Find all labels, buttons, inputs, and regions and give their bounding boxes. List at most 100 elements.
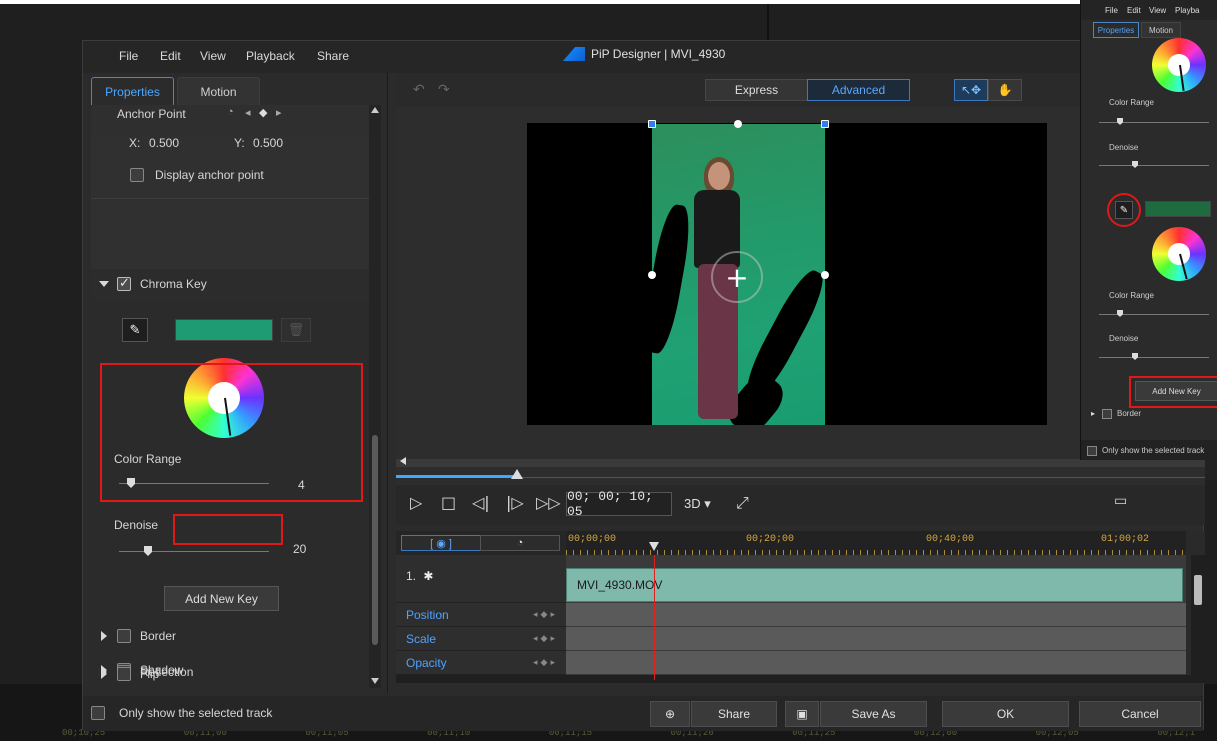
scroll-down-icon[interactable]: [371, 678, 379, 684]
only-selected-checkbox[interactable]: [91, 706, 105, 720]
timeline-tab-track[interactable]: [ ◉ ]: [401, 535, 481, 551]
menu-edit[interactable]: Edit: [160, 49, 181, 63]
menu-view[interactable]: View: [200, 49, 226, 63]
key-color-swatch[interactable]: [175, 319, 273, 341]
property-scale[interactable]: Scale ◂◆▸: [396, 627, 566, 651]
ok-button[interactable]: OK: [942, 701, 1069, 727]
expand-flip-icon[interactable]: [101, 669, 107, 679]
chroma-header-band: [91, 269, 369, 301]
resize-handle[interactable]: [821, 120, 829, 128]
add-new-key-button[interactable]: Add New Key: [164, 586, 279, 611]
menu-file[interactable]: File: [1105, 6, 1118, 15]
resize-handle[interactable]: [648, 120, 656, 128]
fast-forward-icon[interactable]: ▷▷: [536, 493, 561, 512]
keyframe-nav-icon[interactable]: ◂◆▸: [533, 633, 558, 644]
denoise-track[interactable]: [1099, 357, 1209, 358]
menu-playback[interactable]: Playback: [246, 49, 295, 63]
timeline-clip[interactable]: MVI_4930.MOV: [566, 568, 1183, 602]
redo-icon[interactable]: ↷: [438, 81, 450, 98]
scroll-left-icon[interactable]: [400, 457, 406, 465]
denoise-track[interactable]: [1099, 165, 1209, 166]
save-icon[interactable]: ▣: [785, 701, 819, 727]
tab-motion[interactable]: Motion: [177, 77, 260, 105]
save-as-button[interactable]: Save As: [820, 701, 927, 727]
menu-edit[interactable]: Edit: [1127, 6, 1141, 15]
keyframe-nav-icon[interactable]: ◂◆▸: [533, 609, 558, 620]
resize-handle[interactable]: [648, 271, 656, 279]
scrub-thumb[interactable]: [511, 469, 523, 479]
scroll-thumb[interactable]: [1194, 575, 1202, 605]
color-range-thumb[interactable]: [1117, 118, 1123, 125]
share-button[interactable]: Share: [691, 701, 777, 727]
resize-handle[interactable]: [821, 271, 829, 279]
next-frame-icon[interactable]: |▷: [506, 493, 524, 512]
property-label: Scale: [406, 632, 437, 646]
scroll-up-icon[interactable]: [371, 107, 379, 113]
timeline-vscroll[interactable]: [1191, 555, 1205, 681]
property-position[interactable]: Position ◂◆▸: [396, 603, 566, 627]
menu-share[interactable]: Share: [317, 49, 349, 63]
tab-properties[interactable]: Properties: [91, 77, 174, 105]
tab-properties[interactable]: Properties: [1093, 22, 1139, 38]
chroma-key-checkbox[interactable]: [117, 275, 131, 291]
timeline-hscroll[interactable]: [396, 675, 1205, 683]
mode-express[interactable]: Express: [705, 79, 808, 101]
timeline-tab-key[interactable]: ◔: [480, 535, 560, 551]
timecode-display[interactable]: 00; 00; 10; 05: [566, 489, 672, 519]
color-wheel[interactable]: [1152, 227, 1206, 281]
track-label[interactable]: 1. ✱: [396, 555, 566, 603]
globe-share-icon[interactable]: ⊕: [650, 701, 690, 727]
fullscreen-icon[interactable]: ⤢: [736, 493, 749, 513]
menu-view[interactable]: View: [1149, 6, 1166, 15]
prev-frame-icon[interactable]: ◁|: [472, 493, 490, 512]
menu-file[interactable]: File: [119, 49, 138, 63]
delete-key-icon[interactable]: 🗑: [281, 318, 311, 342]
add-new-key-button[interactable]: Add New Key: [1135, 381, 1217, 401]
scroll-thumb[interactable]: [372, 435, 378, 645]
3d-toggle[interactable]: 3D ▾: [684, 496, 711, 512]
denoise-thumb[interactable]: [1132, 161, 1138, 168]
tab-motion[interactable]: Motion: [1141, 22, 1181, 38]
preview-scrollbar[interactable]: [396, 459, 1205, 467]
key-color-swatch[interactable]: [1145, 201, 1211, 217]
undo-icon[interactable]: ↶: [413, 81, 425, 98]
eyedropper-icon[interactable]: ✎: [1115, 201, 1133, 219]
transport-bar: ▷ □ ◁| |▷ ▷▷ 00; 00; 10; 05 3D ▾ ⤢ ▭: [396, 485, 1205, 525]
hand-tool-icon[interactable]: ✋: [988, 79, 1022, 101]
border-checkbox[interactable]: [117, 629, 131, 643]
panel-scrollbar[interactable]: [369, 105, 381, 688]
next-keyframe-icon[interactable]: ▸: [276, 106, 282, 119]
display-anchor-checkbox[interactable]: [130, 168, 144, 182]
prev-keyframe-icon[interactable]: ◂: [245, 106, 251, 119]
cancel-button[interactable]: Cancel: [1079, 701, 1201, 727]
anchor-x-value[interactable]: 0.500: [149, 136, 179, 150]
ruler-label: 00;00;00: [568, 534, 617, 545]
color-wheel[interactable]: [1152, 38, 1206, 92]
property-opacity[interactable]: Opacity ◂◆▸: [396, 651, 566, 675]
anchor-y-value[interactable]: 0.500: [253, 136, 283, 150]
keyframe-nav-icon[interactable]: ◂◆▸: [533, 657, 558, 668]
eyedropper-icon[interactable]: ✎: [122, 318, 148, 342]
border-checkbox[interactable]: [1102, 409, 1112, 419]
menu-playback[interactable]: Playba: [1175, 6, 1199, 15]
resize-handle[interactable]: [734, 120, 742, 128]
denoise-thumb[interactable]: [1132, 353, 1138, 360]
only-selected-checkbox[interactable]: [1087, 446, 1097, 456]
denoise-track[interactable]: [119, 551, 269, 552]
expand-border-icon[interactable]: [101, 631, 107, 641]
color-range-track[interactable]: [1099, 314, 1209, 315]
mode-advanced[interactable]: Advanced: [807, 79, 910, 101]
color-range-track[interactable]: [1099, 122, 1209, 123]
add-keyframe-icon[interactable]: ◆: [259, 106, 267, 119]
flip-checkbox[interactable]: [117, 667, 131, 681]
stop-icon[interactable]: □: [441, 493, 456, 512]
move-handle-icon[interactable]: +: [711, 251, 763, 303]
safe-area-icon[interactable]: ▭: [1114, 493, 1127, 509]
reset-icon[interactable]: ◔: [227, 106, 234, 118]
play-icon[interactable]: ▷: [410, 493, 422, 512]
color-range-thumb[interactable]: [1117, 310, 1123, 317]
timeline-ruler[interactable]: 00;00;00 00;20;00 00;40;00 01;00;02: [566, 531, 1186, 555]
select-move-icon[interactable]: ↖✥: [954, 79, 988, 101]
expand-chroma-icon[interactable]: [99, 281, 109, 287]
expand-border-icon[interactable]: ▸: [1091, 409, 1095, 418]
